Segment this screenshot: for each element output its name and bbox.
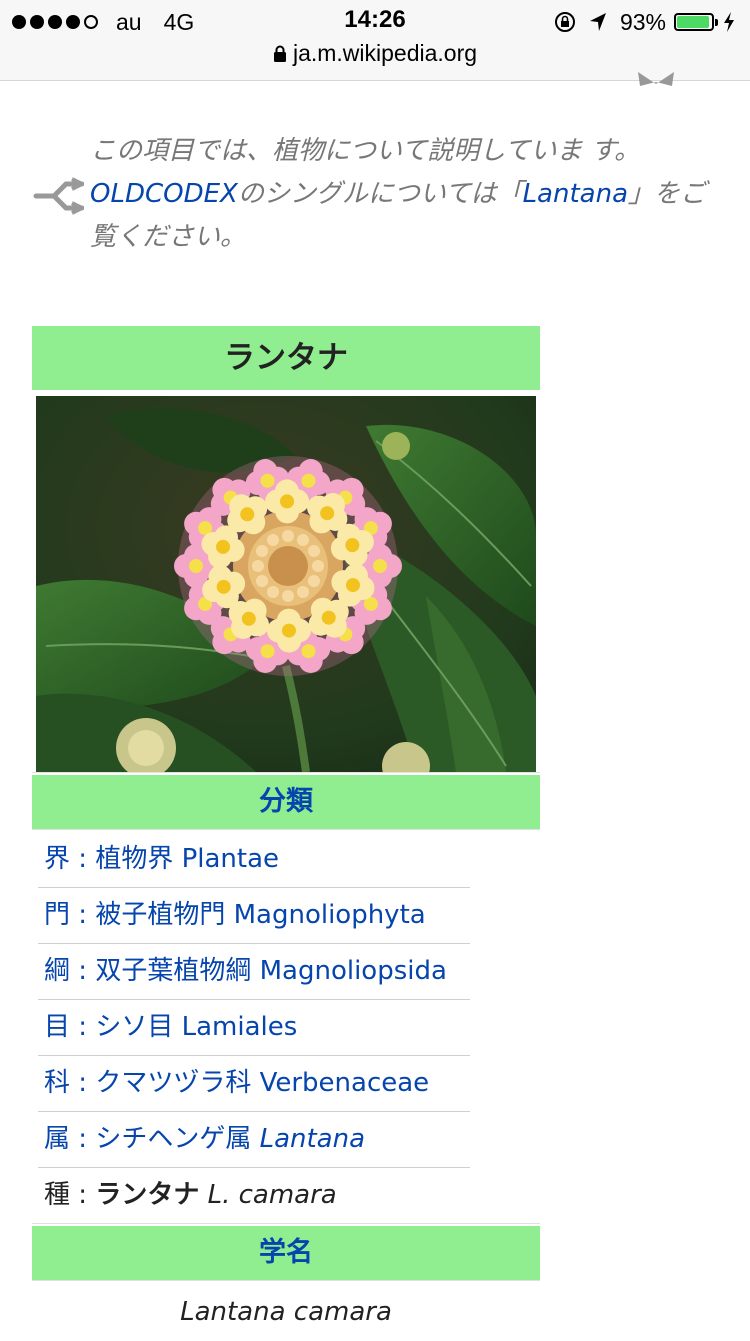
hatnote-text: のシングルについては「 [237,179,523,209]
rank-name[interactable]: 被子植物門 [95,900,225,930]
rank-label[interactable]: 科 [44,1068,70,1098]
floret-center [321,610,336,625]
status-indicators: 93% [554,8,736,36]
rank-name[interactable]: シチヘンゲ属 [95,1124,251,1154]
flower-bud [307,575,320,587]
rank-row-genus[interactable]: 属 : シチヘンゲ属 Lantana [38,1112,470,1168]
battery-icon [674,13,714,31]
floret-center [260,473,275,488]
rank-row-class[interactable]: 綱 : 双子葉植物綱 Magnoliopsida [38,944,470,1000]
address-bar[interactable]: ja.m.wikipedia.org [0,40,750,67]
rank-latin[interactable]: Magnoliopsida [260,956,447,986]
flower-bud [252,560,264,572]
rank-latin: L. camara [207,1180,337,1210]
rank-row-division[interactable]: 門 : 被子植物門 Magnoliophyta [38,888,470,944]
flower-bud [267,534,279,547]
rank-label[interactable]: 目 [44,1012,70,1042]
floret-center [281,623,296,638]
rank-latin[interactable]: Verbenaceae [260,1068,430,1098]
floret-center [240,507,255,522]
flower-bud [267,585,279,598]
secure-lock-icon [273,45,286,62]
floret-center [189,559,203,573]
floret-center [216,579,231,594]
rank-name[interactable]: 植物界 [95,844,173,874]
rank-row-species: 種 : ランタナ L. camara [38,1168,470,1223]
flower-bud [307,545,320,557]
lantana-single-link[interactable]: Lantana [523,179,628,209]
flower-bud [312,560,324,572]
floret-center [241,611,256,626]
flower-bud [297,534,309,547]
rank-name[interactable]: シソ目 [95,1012,173,1042]
floret-center [216,539,231,554]
floret-center [260,644,275,659]
rank-label[interactable]: 綱 [44,956,70,986]
rank-colon: : [70,900,96,930]
scientific-name-heading-label[interactable]: 学名 [259,1237,313,1268]
classification-table: 界 : 植物界 Plantae 門 : 被子植物門 Magnoliophyta … [38,832,470,1223]
floret-center [301,473,316,488]
battery-percent: 93% [619,8,666,35]
battery-cap [715,18,718,26]
floret [308,597,349,638]
status-bar: au 4G 14:26 93% ja.m.wikipedia.org [0,0,750,81]
floret-center [320,506,335,521]
charging-bolt-icon [724,12,734,32]
flower-bud [282,590,294,602]
photo-canvas [36,396,536,772]
taxobox-title: ランタナ [32,326,540,390]
rank-colon: : [70,1012,96,1042]
hatnote-text: この項目では、植物について説明していま す。 [90,136,641,166]
floret [227,494,268,535]
floret-center [280,494,295,509]
floret-center [345,578,360,593]
rank-row-order[interactable]: 目 : シソ目 Lamiales [38,1000,470,1056]
flower-bud [282,530,294,542]
hatnote: この項目では、植物について説明していま す。 OLDCODEXのシングルについては… [90,130,730,259]
rank-label: 種 [44,1180,71,1210]
lantana-flower-photo[interactable] [36,396,536,772]
classification-heading-label[interactable]: 分類 [259,786,313,817]
rank-label[interactable]: 門 [44,900,70,930]
scientific-name: Lantana camara [180,1297,392,1327]
rank-name: ランタナ [95,1180,200,1210]
rank-latin[interactable]: Lamiales [182,1012,298,1042]
url-text: ja.m.wikipedia.org [292,40,478,66]
rank-colon: : [70,1068,96,1098]
rank-label[interactable]: 界 [44,844,70,874]
rank-latin[interactable]: Plantae [182,844,279,874]
rank-colon: : [70,1180,96,1210]
rank-latin[interactable]: Lantana [260,1124,365,1154]
watchlist-star-icon[interactable] [636,72,676,90]
rank-label[interactable]: 属 [44,1124,70,1154]
flower-bud [297,585,309,598]
rank-colon: : [70,1124,96,1154]
rank-name[interactable]: 双子葉植物綱 [95,956,251,986]
flower-bud [256,575,269,587]
floret-center [345,538,360,553]
location-arrow-icon [589,13,606,31]
rank-latin[interactable]: Magnoliophyta [234,900,426,930]
rank-colon: : [70,844,96,874]
battery-level-fill [677,16,709,28]
flower-bud [256,545,269,557]
scientific-name-heading[interactable]: 学名 [32,1226,540,1280]
rank-colon: : [70,956,96,986]
rank-row-kingdom[interactable]: 界 : 植物界 Plantae [38,832,470,888]
taxobox: ランタナ 分類 界: 植物界 Plantae 門: 被子植物門 Magnol… [32,326,540,1335]
rotation-lock-icon [554,12,575,32]
floret-center [373,559,387,573]
rank-row-family[interactable]: 科 : クマツヅラ科 Verbenaceae [38,1056,470,1112]
oldcodex-link[interactable]: OLDCODEX [90,179,238,209]
floret-center [301,644,316,659]
disambiguation-fork-icon [33,177,84,215]
classification-heading[interactable]: 分類 [32,775,540,829]
rank-name[interactable]: クマツヅラ科 [95,1068,251,1098]
